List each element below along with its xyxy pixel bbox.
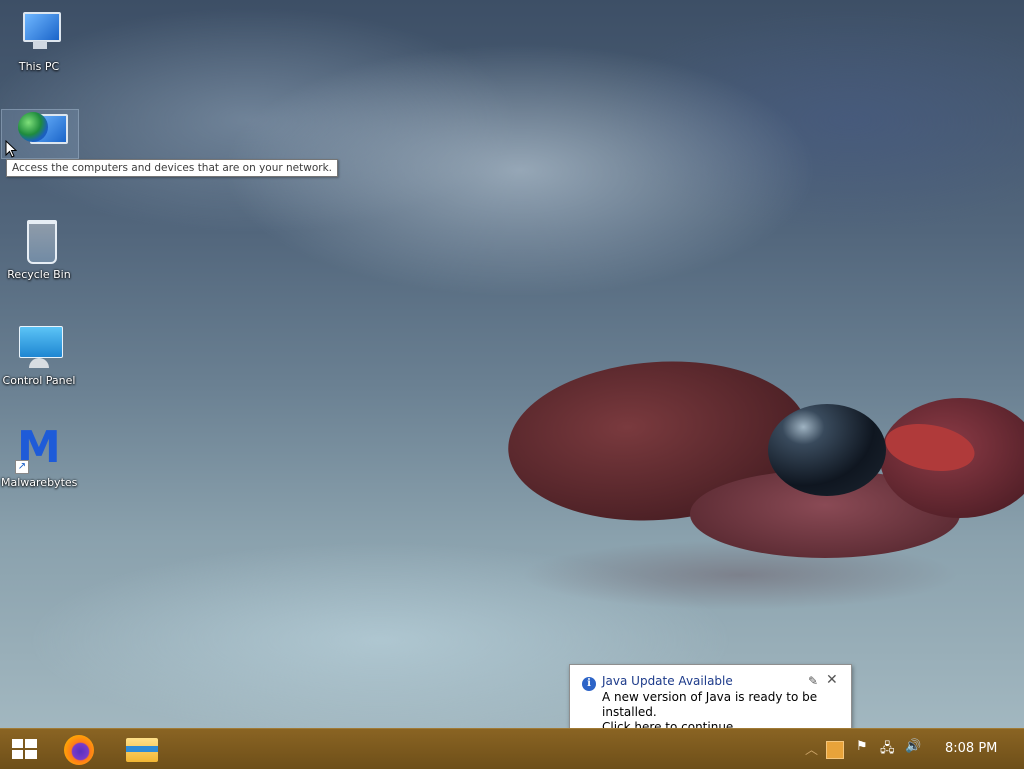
action-center-flag-icon[interactable]: ⚑	[856, 739, 868, 754]
control-panel-icon	[15, 322, 63, 370]
network-tooltip: Access the computers and devices that ar…	[6, 159, 339, 177]
start-button[interactable]	[10, 738, 38, 760]
desktop-icon-label: Malwarebytes	[1, 476, 78, 489]
desktop-icon-recycle-bin[interactable]: Recycle Bin	[1, 216, 77, 281]
java-tray-icon[interactable]	[826, 741, 844, 759]
taskbar-firefox[interactable]	[60, 733, 100, 765]
options-icon[interactable]: ✎	[808, 674, 818, 688]
network-icon	[16, 110, 68, 158]
firefox-icon	[64, 735, 94, 765]
network-tray-icon[interactable]: 🖧	[880, 739, 895, 761]
desktop-icon-control-panel[interactable]: Control Panel	[1, 322, 77, 387]
close-icon[interactable]: ✕	[826, 672, 838, 688]
desktop-icon-malwarebytes[interactable]: M ↗ Malwarebytes	[1, 422, 78, 490]
info-icon: i	[582, 677, 596, 691]
notification-line: A new version of Java is ready to be ins…	[602, 690, 818, 719]
shortcut-arrow-icon: ↗	[15, 460, 29, 474]
desktop-icon-label: Recycle Bin	[7, 268, 71, 281]
desktop: This PC Recycle Bin Control Panel M ↗ Ma…	[0, 0, 1024, 739]
desktop-icon-label: Control Panel	[2, 374, 76, 387]
desktop-icon-label: This PC	[18, 60, 60, 73]
taskbar-clock[interactable]: 8:08 PM	[945, 741, 997, 756]
notification-title: Java Update Available	[602, 674, 733, 688]
java-update-notification[interactable]: i Java Update Available ✎ ✕ A new versio…	[569, 664, 852, 739]
mouse-cursor-icon	[5, 140, 17, 158]
volume-icon[interactable]: 🔊	[905, 739, 921, 754]
taskbar-file-explorer[interactable]	[123, 733, 163, 765]
show-hidden-icons-button[interactable]: ︿	[805, 739, 818, 758]
desktop-icon-this-pc[interactable]: This PC	[1, 8, 77, 73]
windows-logo-icon	[12, 739, 37, 759]
recycle-bin-icon	[15, 216, 63, 264]
malwarebytes-icon: M ↗	[15, 422, 61, 474]
wallpaper-water-drop	[768, 404, 886, 496]
taskbar: ︿ ⚑ 🖧 🔊 8:08 PM	[0, 728, 1024, 769]
file-explorer-icon	[126, 738, 158, 762]
this-pc-icon	[15, 8, 63, 56]
